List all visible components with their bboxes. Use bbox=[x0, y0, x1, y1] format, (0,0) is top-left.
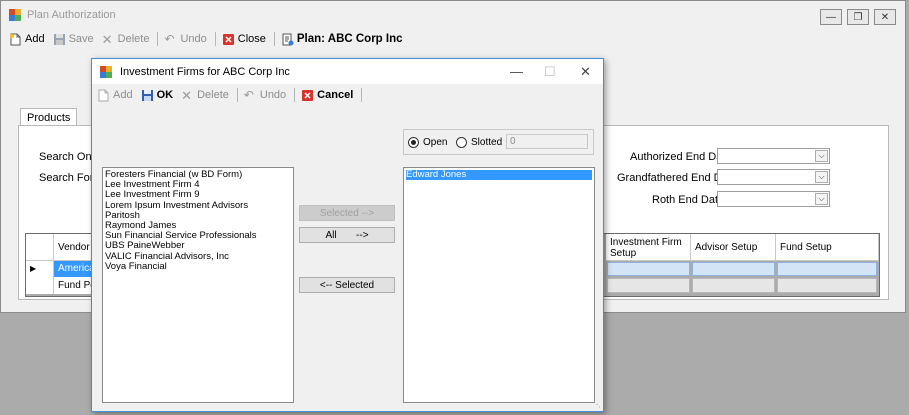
plan-label: Plan: ABC Corp Inc bbox=[281, 33, 403, 46]
advisor-setup-cell[interactable] bbox=[692, 262, 775, 276]
toolbar-separator bbox=[236, 88, 238, 102]
close-window-button[interactable]: ✕ bbox=[874, 9, 896, 25]
move-all-right-button[interactable]: All --> bbox=[299, 227, 395, 243]
close-icon: ✕ bbox=[580, 64, 591, 79]
toolbar-separator bbox=[273, 32, 275, 46]
move-selected-right-button[interactable]: Selected --> bbox=[299, 205, 395, 221]
minimize-icon: — bbox=[826, 11, 836, 23]
slotted-count-input[interactable]: 0 bbox=[506, 134, 588, 149]
resize-grip-icon[interactable]: ⋱ bbox=[593, 400, 601, 409]
undo-icon: ↶ bbox=[164, 31, 175, 46]
cancel-button[interactable]: Cancel bbox=[301, 89, 353, 102]
dialog-minimize-button[interactable]: — bbox=[510, 64, 523, 79]
window-titlebar: Plan Authorization bbox=[1, 1, 905, 29]
delete-button[interactable]: ✕ Delete bbox=[102, 33, 150, 46]
dialog-add-button[interactable]: Add bbox=[97, 89, 133, 102]
minimize-button[interactable]: — bbox=[820, 9, 842, 25]
investment-firm-setup-cell[interactable] bbox=[607, 278, 690, 293]
search-on-label: Search On: bbox=[39, 151, 95, 163]
investment-firm-setup-cell[interactable] bbox=[607, 262, 690, 276]
row-selector[interactable]: ▶ bbox=[26, 261, 54, 277]
current-row-arrow-icon: ▶ bbox=[30, 264, 37, 273]
list-item[interactable]: Edward Jones bbox=[406, 169, 592, 181]
grandfathered-end-date-picker[interactable]: ⌵ bbox=[717, 169, 830, 185]
minimize-icon: — bbox=[510, 64, 523, 79]
new-document-icon bbox=[10, 33, 21, 45]
close-icon: ✕ bbox=[880, 11, 890, 23]
toolbar-separator bbox=[294, 88, 296, 102]
roth-end-date-picker[interactable]: ⌵ bbox=[717, 191, 830, 207]
column-header-fund-setup[interactable]: Fund Setup bbox=[776, 234, 879, 261]
column-header-investment-firm-setup[interactable]: Investment Firm Setup bbox=[606, 234, 691, 261]
radio-unselected-icon bbox=[456, 137, 467, 148]
dialog-close-button[interactable]: ✕ bbox=[580, 64, 591, 80]
new-document-icon bbox=[98, 89, 109, 101]
fund-setup-cell[interactable] bbox=[777, 278, 877, 293]
maximize-icon: ☐ bbox=[544, 64, 556, 79]
save-button[interactable]: Save bbox=[53, 33, 94, 46]
radio-selected-icon bbox=[408, 137, 419, 148]
add-button[interactable]: Add bbox=[9, 33, 45, 46]
toolbar-separator bbox=[361, 88, 363, 102]
authorized-end-date-picker[interactable]: ⌵ bbox=[717, 148, 830, 164]
delete-x-icon: ✕ bbox=[181, 87, 192, 103]
slotted-radio[interactable]: Slotted bbox=[456, 137, 502, 148]
fund-setup-cell[interactable] bbox=[777, 262, 877, 276]
restore-icon: ❐ bbox=[853, 11, 863, 23]
dialog-title: Investment Firms for ABC Corp Inc bbox=[120, 65, 290, 78]
close-red-icon bbox=[222, 33, 234, 45]
toolbar-separator bbox=[214, 32, 216, 46]
dialog-maximize-button[interactable]: ☐ bbox=[544, 64, 556, 80]
restore-button[interactable]: ❐ bbox=[847, 9, 869, 25]
plan-document-icon bbox=[282, 33, 294, 45]
chevron-down-icon[interactable]: ⌵ bbox=[815, 150, 828, 162]
list-item[interactable]: Voya Financial bbox=[105, 261, 291, 272]
chevron-down-icon[interactable]: ⌵ bbox=[815, 171, 828, 183]
window-title: Plan Authorization bbox=[27, 9, 116, 21]
close-button[interactable]: Close bbox=[222, 33, 266, 46]
save-icon bbox=[141, 89, 153, 101]
toolbar-separator bbox=[157, 32, 159, 46]
grid-corner-header bbox=[26, 234, 54, 261]
undo-button[interactable]: ↶ Undo bbox=[164, 31, 206, 46]
search-for-label: Search For: bbox=[39, 172, 97, 184]
investment-firms-dialog: Investment Firms for ABC Corp Inc — ☐ ✕ … bbox=[91, 58, 604, 412]
main-toolbar: Add Save ✕ Delete ↶ Undo Close Plan: ABC… bbox=[1, 29, 905, 49]
open-radio[interactable]: Open bbox=[408, 137, 447, 148]
move-selected-left-button[interactable]: <-- Selected bbox=[299, 277, 395, 293]
delete-x-icon: ✕ bbox=[101, 31, 113, 47]
selected-firms-list[interactable]: Edward Jones bbox=[403, 167, 595, 403]
dialog-delete-button[interactable]: ✕ Delete bbox=[181, 89, 229, 102]
dialog-undo-button[interactable]: ↶ Undo bbox=[243, 87, 286, 102]
dialog-toolbar: Add OK ✕ Delete ↶ Undo Cancel bbox=[92, 84, 603, 106]
save-icon bbox=[53, 33, 65, 45]
app-icon bbox=[100, 65, 112, 78]
column-header-advisor-setup[interactable]: Advisor Setup bbox=[691, 234, 776, 261]
row-selector[interactable] bbox=[26, 277, 54, 294]
close-red-icon bbox=[302, 89, 314, 101]
app-icon bbox=[9, 9, 21, 21]
ok-button[interactable]: OK bbox=[141, 89, 173, 102]
dialog-titlebar: Investment Firms for ABC Corp Inc bbox=[92, 59, 603, 84]
advisor-setup-cell[interactable] bbox=[692, 278, 775, 293]
roth-end-date-label: Roth End Date: bbox=[652, 194, 728, 206]
available-firms-list[interactable]: Foresters Financial (w BD Form) Lee Inves… bbox=[102, 167, 294, 403]
undo-icon: ↶ bbox=[243, 87, 254, 102]
chevron-down-icon[interactable]: ⌵ bbox=[815, 193, 828, 205]
